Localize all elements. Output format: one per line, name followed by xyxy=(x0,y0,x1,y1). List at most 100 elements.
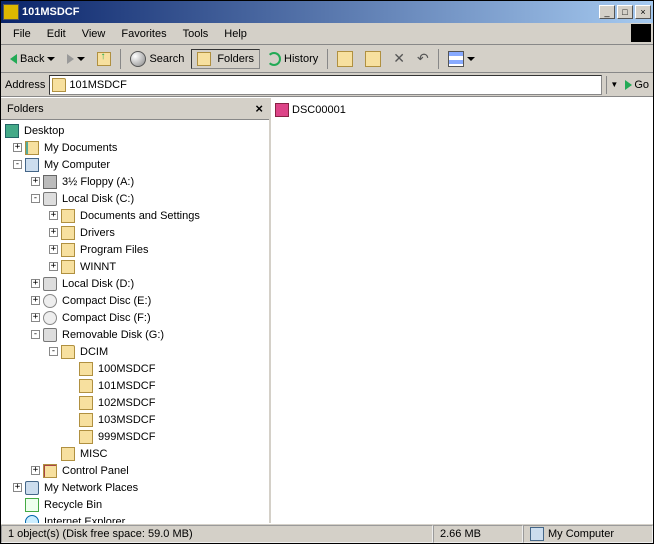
separator xyxy=(327,49,328,69)
tree-desktop[interactable]: Desktop xyxy=(22,125,66,137)
folder-icon xyxy=(61,447,75,461)
file-item[interactable]: DSC00001 xyxy=(275,102,649,118)
tree-f[interactable]: Compact Disc (F:) xyxy=(60,312,153,324)
separator xyxy=(120,49,121,69)
tree-c[interactable]: Local Disk (C:) xyxy=(60,193,136,205)
tree-e[interactable]: Compact Disc (E:) xyxy=(60,295,153,307)
tree-docset[interactable]: Documents and Settings xyxy=(78,210,202,222)
move-to-icon xyxy=(337,51,353,67)
folders-button[interactable]: Folders xyxy=(191,49,260,69)
expand-button[interactable]: + xyxy=(49,228,58,237)
folder-tree[interactable]: Desktop + My Documents - My Computer +3½ F… xyxy=(1,120,269,523)
drive-icon xyxy=(43,277,57,291)
recycle-bin-icon xyxy=(25,498,39,512)
status-objects: 1 object(s) (Disk free space: 59.0 MB) xyxy=(1,525,433,543)
forward-button[interactable] xyxy=(62,52,90,66)
tree-100msdcf[interactable]: 100MSDCF xyxy=(96,363,157,375)
folders-pane-close-button[interactable]: × xyxy=(255,101,263,116)
menu-help[interactable]: Help xyxy=(216,26,255,42)
delete-button[interactable]: ✕ xyxy=(388,48,410,69)
tree-progfiles[interactable]: Program Files xyxy=(78,244,150,256)
folder-icon xyxy=(79,362,93,376)
move-to-button[interactable] xyxy=(332,49,358,69)
expand-button[interactable]: + xyxy=(31,313,40,322)
copy-to-button[interactable] xyxy=(360,49,386,69)
folder-open-icon xyxy=(61,345,75,359)
folder-open-icon xyxy=(52,78,66,92)
tree-d[interactable]: Local Disk (D:) xyxy=(60,278,136,290)
address-bar: Address 101MSDCF ▼ Go xyxy=(1,73,653,97)
tree-drivers[interactable]: Drivers xyxy=(78,227,117,239)
tree-101msdcf[interactable]: 101MSDCF xyxy=(96,380,157,392)
toolbar: Back Search Folders History ✕ ↶ xyxy=(1,45,653,73)
menu-file[interactable]: File xyxy=(5,26,39,42)
undo-button[interactable]: ↶ xyxy=(412,48,434,69)
cd-icon xyxy=(43,294,57,308)
separator xyxy=(438,49,439,69)
expand-button[interactable]: + xyxy=(49,245,58,254)
tree-mycomp[interactable]: My Computer xyxy=(42,159,112,171)
collapse-button[interactable]: - xyxy=(31,330,40,339)
tree-ie[interactable]: Internet Explorer xyxy=(42,516,127,524)
up-button[interactable] xyxy=(92,50,116,68)
maximize-button[interactable]: □ xyxy=(617,5,633,19)
views-button[interactable] xyxy=(443,49,480,69)
close-button[interactable]: × xyxy=(635,5,651,19)
image-file-icon xyxy=(275,103,289,117)
folder-open-icon xyxy=(79,379,93,393)
expand-button[interactable]: + xyxy=(31,296,40,305)
expand-button[interactable]: + xyxy=(13,483,22,492)
menu-favorites[interactable]: Favorites xyxy=(113,26,174,42)
collapse-button[interactable]: - xyxy=(31,194,40,203)
address-input[interactable]: 101MSDCF xyxy=(49,75,602,95)
folders-pane-header: Folders × xyxy=(1,98,269,120)
delete-icon: ✕ xyxy=(393,50,405,67)
address-dropdown-button[interactable]: ▼ xyxy=(606,76,621,94)
tree-misc[interactable]: MISC xyxy=(78,448,110,460)
history-button[interactable]: History xyxy=(262,50,323,68)
expand-button[interactable]: + xyxy=(31,177,40,186)
history-icon xyxy=(267,52,281,66)
status-bar: 1 object(s) (Disk free space: 59.0 MB) 2… xyxy=(1,523,653,543)
control-panel-icon xyxy=(43,464,57,478)
folder-icon xyxy=(61,226,75,240)
menu-tools[interactable]: Tools xyxy=(175,26,217,42)
tree-dcim[interactable]: DCIM xyxy=(78,346,110,358)
tree-cpanel[interactable]: Control Panel xyxy=(60,465,131,477)
tree-102msdcf[interactable]: 102MSDCF xyxy=(96,397,157,409)
tree-floppy[interactable]: 3½ Floppy (A:) xyxy=(60,176,136,188)
go-label: Go xyxy=(634,79,649,91)
address-value: 101MSDCF xyxy=(69,79,126,91)
tree-999msdcf[interactable]: 999MSDCF xyxy=(96,431,157,443)
collapse-button[interactable]: - xyxy=(13,160,22,169)
expand-button[interactable]: + xyxy=(49,211,58,220)
go-icon xyxy=(625,80,632,90)
tree-mydocs[interactable]: My Documents xyxy=(42,142,119,154)
network-icon xyxy=(25,481,39,495)
expand-button[interactable]: + xyxy=(31,279,40,288)
search-button[interactable]: Search xyxy=(125,49,189,69)
copy-to-icon xyxy=(365,51,381,67)
expand-button[interactable]: + xyxy=(13,143,22,152)
folder-icon xyxy=(79,413,93,427)
drive-icon xyxy=(43,328,57,342)
tree-recycle[interactable]: Recycle Bin xyxy=(42,499,104,511)
go-button[interactable]: Go xyxy=(625,79,649,91)
title-bar: 101MSDCF _ □ × xyxy=(1,1,653,23)
minimize-button[interactable]: _ xyxy=(599,5,615,19)
collapse-button[interactable]: - xyxy=(49,347,58,356)
expand-button[interactable]: + xyxy=(31,466,40,475)
menu-view[interactable]: View xyxy=(74,26,114,42)
back-button[interactable]: Back xyxy=(5,51,60,67)
tree-winnt[interactable]: WINNT xyxy=(78,261,118,273)
folders-pane-title: Folders xyxy=(7,103,255,115)
folder-icon xyxy=(61,209,75,223)
tree-netplaces[interactable]: My Network Places xyxy=(42,482,140,494)
tree-g[interactable]: Removable Disk (G:) xyxy=(60,329,166,341)
expand-button[interactable]: + xyxy=(49,262,58,271)
tree-103msdcf[interactable]: 103MSDCF xyxy=(96,414,157,426)
menu-edit[interactable]: Edit xyxy=(39,26,74,42)
cd-icon xyxy=(43,311,57,325)
search-icon xyxy=(130,51,146,67)
contents-pane[interactable]: DSC00001 xyxy=(271,98,653,523)
